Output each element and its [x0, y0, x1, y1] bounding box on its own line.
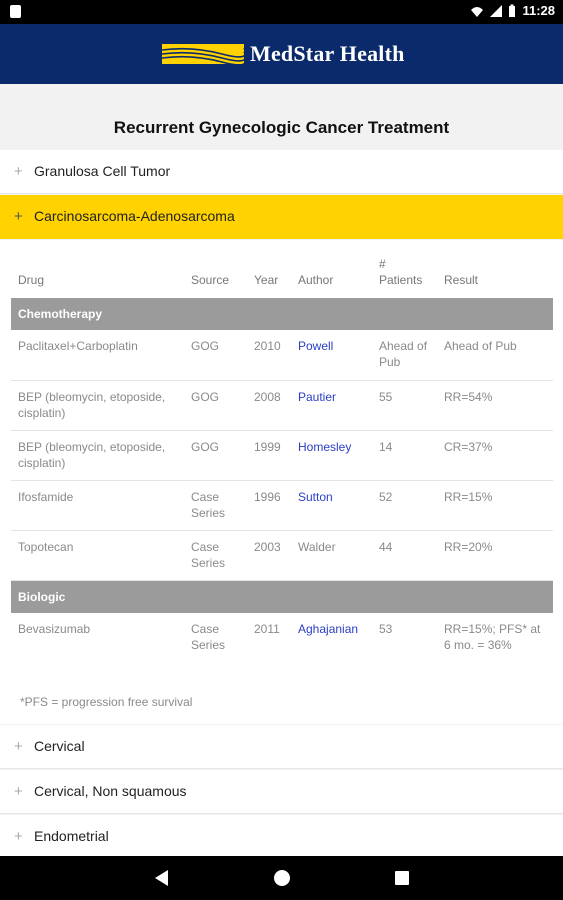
- cell-source: Case Series: [184, 480, 247, 531]
- accordion-endometrial[interactable]: + Endometrial: [0, 815, 563, 859]
- col-result: Result: [444, 273, 479, 287]
- accordion-cervical-non-squamous[interactable]: + Cervical, Non squamous: [0, 770, 563, 814]
- cell-source: Case Series: [184, 530, 247, 581]
- cell-year: 2003: [247, 530, 291, 581]
- author-link[interactable]: Homesley: [291, 430, 372, 481]
- title-area: Recurrent Gynecologic Cancer Treatment: [0, 84, 563, 150]
- section-label: Biologic: [11, 580, 553, 613]
- recents-icon[interactable]: [395, 871, 409, 885]
- cell-drug: BEP (bleomycin, etoposide, cisplatin): [11, 430, 184, 481]
- table-row: Paclitaxel+Carboplatin GOG 2010 Powell A…: [11, 330, 553, 381]
- table-row: BEP (bleomycin, etoposide, cisplatin) GO…: [11, 380, 553, 431]
- section-label: Chemotherapy: [11, 298, 553, 330]
- cell-result: RR=20%: [437, 530, 553, 581]
- app-header: MedStar Health: [0, 24, 563, 84]
- brand-name: MedStar Health: [250, 41, 405, 66]
- cell-source: GOG: [184, 430, 247, 481]
- cell-result: Ahead of Pub: [437, 330, 553, 381]
- author-link[interactable]: Sutton: [291, 480, 372, 531]
- plus-icon: +: [14, 828, 23, 845]
- accordion-granulosa[interactable]: + Granulosa Cell Tumor: [0, 150, 563, 194]
- cell-year: 1996: [247, 480, 291, 531]
- cell-drug: Bevasizumab: [18, 621, 91, 636]
- cell-patients: 14: [372, 430, 437, 481]
- medstar-logo-icon: [162, 44, 244, 64]
- battery-icon: [509, 4, 516, 17]
- cell-source: Case Series: [191, 621, 226, 652]
- cell-year: 2008: [247, 380, 291, 431]
- col-year: Year: [254, 273, 279, 287]
- cell-year: 2010: [247, 330, 291, 381]
- table-row: BEP (bleomycin, etoposide, cisplatin) GO…: [11, 430, 553, 481]
- footnote: *PFS = progression free survival: [20, 695, 193, 709]
- cell-patients: 53: [379, 621, 393, 636]
- author-link[interactable]: Aghajanian: [291, 613, 372, 663]
- accordion-label: Granulosa Cell Tumor: [34, 163, 171, 179]
- cell-result: CR=37%: [437, 430, 553, 481]
- cell-patients: Ahead of Pub: [372, 330, 437, 381]
- medstar-logo: MedStar Health: [162, 41, 405, 67]
- back-icon[interactable]: [155, 870, 168, 886]
- cell-author: Walder: [291, 530, 372, 581]
- status-bar: 11:28: [0, 0, 563, 24]
- plus-icon: +: [14, 738, 23, 755]
- col-patients: # Patients: [379, 257, 423, 287]
- cell-patients: 52: [372, 480, 437, 531]
- notification-icon: [10, 5, 21, 18]
- status-icons: 11:28: [470, 3, 555, 18]
- col-source: Source: [191, 273, 230, 287]
- accordion-carcinosarcoma[interactable]: + Carcinosarcoma-Adenosarcoma: [0, 195, 563, 239]
- accordion-label: Cervical: [34, 738, 85, 754]
- col-author: Author: [298, 273, 334, 287]
- expanded-content: Drug Source Year Author # Patients Resul…: [0, 240, 563, 724]
- cell-source: GOG: [184, 380, 247, 431]
- plus-icon: +: [14, 163, 23, 180]
- cell-year: 1999: [247, 430, 291, 481]
- section-row: Biologic: [11, 580, 553, 613]
- cell-source: GOG: [184, 330, 247, 381]
- signal-icon: [490, 4, 503, 17]
- cell-drug: Topotecan: [11, 530, 184, 581]
- system-nav-bar: [0, 856, 563, 900]
- col-drug: Drug: [18, 273, 45, 287]
- wifi-icon: [471, 6, 484, 17]
- table-header-row: Drug Source Year Author # Patients Resul…: [11, 240, 553, 298]
- treatment-table: Drug Source Year Author # Patients Resul…: [11, 240, 553, 663]
- accordion-cervical[interactable]: + Cervical: [0, 725, 563, 769]
- accordion-label: Endometrial: [34, 828, 109, 844]
- cell-result: RR=15%; PFS* at 6 mo. = 36%: [444, 621, 541, 652]
- cell-drug: Paclitaxel+Carboplatin: [11, 330, 184, 381]
- author-link[interactable]: Powell: [291, 330, 372, 381]
- cell-result: RR=54%: [437, 380, 553, 431]
- cell-patients: 55: [372, 380, 437, 431]
- cell-year: 2011: [254, 621, 280, 636]
- cell-result: RR=15%: [437, 480, 553, 531]
- cell-drug: Ifosfamide: [11, 480, 184, 531]
- table-row: Topotecan Case Series 2003 Walder 44 RR=…: [11, 530, 553, 581]
- home-icon[interactable]: [274, 870, 290, 886]
- accordion-label: Cervical, Non squamous: [34, 783, 187, 799]
- accordion-label: Carcinosarcoma-Adenosarcoma: [34, 208, 235, 224]
- page-title: Recurrent Gynecologic Cancer Treatment: [113, 118, 450, 137]
- table-row: Ifosfamide Case Series 1996 Sutton 52 RR…: [11, 480, 553, 531]
- cell-patients: 44: [372, 530, 437, 581]
- minus-icon: +: [14, 208, 23, 225]
- table-row: Bevasizumab Case Series 2011 Aghajanian …: [11, 613, 553, 663]
- cell-drug: BEP (bleomycin, etoposide, cisplatin): [11, 380, 184, 431]
- author-link[interactable]: Pautier: [291, 380, 372, 431]
- status-time: 11:28: [522, 3, 555, 18]
- section-row: Chemotherapy: [11, 298, 553, 330]
- plus-icon: +: [14, 783, 23, 800]
